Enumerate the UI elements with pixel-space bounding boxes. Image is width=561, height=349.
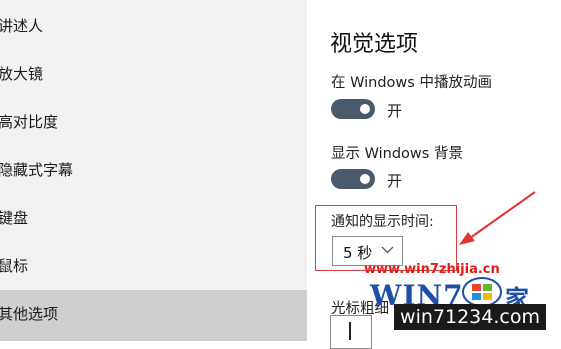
windows-flag-icon bbox=[462, 277, 502, 307]
cursor-thickness-preview[interactable] bbox=[330, 315, 372, 349]
watermark-site-text: www.win7zhijia.cn bbox=[364, 262, 500, 277]
cursor-caret bbox=[349, 322, 351, 340]
watermark-domain: win71234.com bbox=[394, 304, 546, 330]
